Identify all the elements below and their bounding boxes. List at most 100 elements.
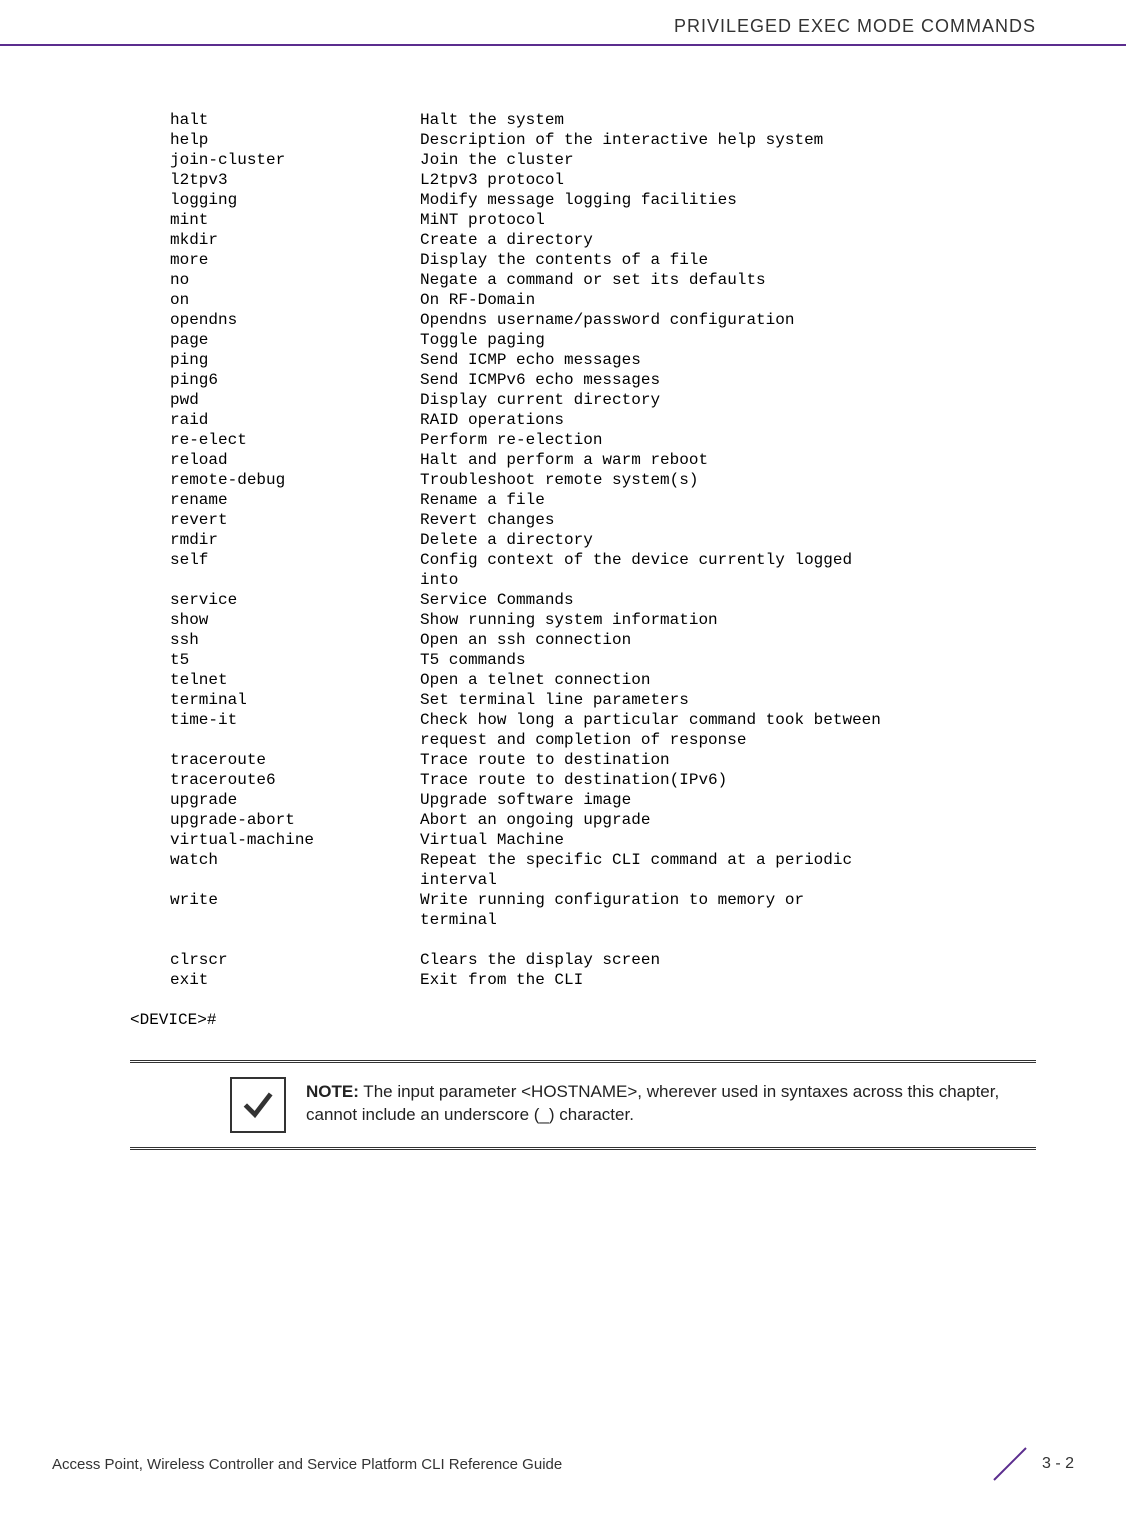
command-name: show [130, 610, 420, 630]
command-name: terminal [130, 690, 420, 710]
command-description: Exit from the CLI [420, 970, 1036, 990]
command-description: Troubleshoot remote system(s) [420, 470, 1036, 490]
command-description: Create a directory [420, 230, 1036, 250]
command-description: Description of the interactive help syst… [420, 130, 1036, 150]
command-row: remote-debugTroubleshoot remote system(s… [130, 470, 1036, 490]
command-description: On RF-Domain [420, 290, 1036, 310]
command-name: l2tpv3 [130, 170, 420, 190]
command-row: terminalSet terminal line parameters [130, 690, 1036, 710]
page-footer: Access Point, Wireless Controller and Se… [52, 1440, 1074, 1488]
command-name: time-it [130, 710, 420, 730]
command-description: Negate a command or set its defaults [420, 270, 1036, 290]
command-description: Service Commands [420, 590, 1036, 610]
command-name: traceroute [130, 750, 420, 770]
command-name: telnet [130, 670, 420, 690]
command-name: on [130, 290, 420, 310]
command-row: upgradeUpgrade software image [130, 790, 1036, 810]
command-name: t5 [130, 650, 420, 670]
command-row: haltHalt the system [130, 110, 1036, 130]
command-description: Send ICMPv6 echo messages [420, 370, 1036, 390]
command-name: rename [130, 490, 420, 510]
command-description: T5 commands [420, 650, 1036, 670]
command-name: join-cluster [130, 150, 420, 170]
checkmark-icon [230, 1077, 286, 1133]
command-description: Show running system information [420, 610, 1036, 630]
command-row: watchRepeat the specific CLI command at … [130, 850, 1036, 870]
command-row: showShow running system information [130, 610, 1036, 630]
command-name: page [130, 330, 420, 350]
command-description: Clears the display screen [420, 950, 1036, 970]
command-name: rmdir [130, 530, 420, 550]
command-row: writeWrite running configuration to memo… [130, 890, 1036, 910]
command-name: self [130, 550, 420, 570]
command-description: Check how long a particular command took… [420, 710, 1036, 730]
command-description: RAID operations [420, 410, 1036, 430]
command-row: pwdDisplay current directory [130, 390, 1036, 410]
command-name: raid [130, 410, 420, 430]
command-row: selfConfig context of the device current… [130, 550, 1036, 570]
command-description: Trace route to destination [420, 750, 1036, 770]
command-name: clrscr [130, 950, 420, 970]
command-row: loggingModify message logging facilities [130, 190, 1036, 210]
command-row: noNegate a command or set its defaults [130, 270, 1036, 290]
slash-icon [986, 1440, 1034, 1488]
command-name: re-elect [130, 430, 420, 450]
command-description: Rename a file [420, 490, 1036, 510]
command-description: Upgrade software image [420, 790, 1036, 810]
footer-left-text: Access Point, Wireless Controller and Se… [52, 1456, 562, 1473]
command-row: onOn RF-Domain [130, 290, 1036, 310]
command-row: mkdirCreate a directory [130, 230, 1036, 250]
command-row: pingSend ICMP echo messages [130, 350, 1036, 370]
note-body: The input parameter <HOSTNAME>, wherever… [306, 1082, 999, 1124]
command-row: telnetOpen a telnet connection [130, 670, 1036, 690]
command-description: Send ICMP echo messages [420, 350, 1036, 370]
page-content: haltHalt the systemhelpDescription of th… [130, 110, 1036, 1150]
command-row: tracerouteTrace route to destination [130, 750, 1036, 770]
command-name: mkdir [130, 230, 420, 250]
command-list: haltHalt the systemhelpDescription of th… [130, 110, 1036, 930]
command-name: mint [130, 210, 420, 230]
command-row: moreDisplay the contents of a file [130, 250, 1036, 270]
command-name: remote-debug [130, 470, 420, 490]
command-row: t5T5 commands [130, 650, 1036, 670]
page-number: 3 - 2 [1042, 1455, 1074, 1473]
command-row: serviceService Commands [130, 590, 1036, 610]
command-row: join-clusterJoin the cluster [130, 150, 1036, 170]
command-description: L2tpv3 protocol [420, 170, 1036, 190]
device-prompt: <DEVICE># [130, 1010, 1036, 1030]
command-name: service [130, 590, 420, 610]
command-name: write [130, 890, 420, 910]
command-description: Repeat the specific CLI command at a per… [420, 850, 1036, 870]
command-description-cont: into [130, 570, 1036, 590]
command-name: exit [130, 970, 420, 990]
note-box: NOTE: The input parameter <HOSTNAME>, wh… [130, 1060, 1036, 1150]
note-text: NOTE: The input parameter <HOSTNAME>, wh… [306, 1077, 1036, 1127]
command-description: Config context of the device currently l… [420, 550, 1036, 570]
command-row: reloadHalt and perform a warm reboot [130, 450, 1036, 470]
command-description-cont: terminal [130, 910, 1036, 930]
command-name: reload [130, 450, 420, 470]
note-label: NOTE: [306, 1082, 359, 1101]
command-description: Trace route to destination(IPv6) [420, 770, 1036, 790]
command-name: help [130, 130, 420, 150]
command-description: Perform re-election [420, 430, 1036, 450]
command-row: revertRevert changes [130, 510, 1036, 530]
command-name: ping [130, 350, 420, 370]
command-list-2: clrscrClears the display screenexitExit … [130, 950, 1036, 990]
command-description: Delete a directory [420, 530, 1036, 550]
command-name: more [130, 250, 420, 270]
command-row: mintMiNT protocol [130, 210, 1036, 230]
command-row: l2tpv3L2tpv3 protocol [130, 170, 1036, 190]
header-rule [0, 44, 1126, 46]
command-row: clrscrClears the display screen [130, 950, 1036, 970]
command-row: renameRename a file [130, 490, 1036, 510]
command-row: raidRAID operations [130, 410, 1036, 430]
command-row: exitExit from the CLI [130, 970, 1036, 990]
command-row: rmdirDelete a directory [130, 530, 1036, 550]
page-number-badge: 3 - 2 [986, 1440, 1074, 1488]
command-name: halt [130, 110, 420, 130]
command-description: Display current directory [420, 390, 1036, 410]
command-row: helpDescription of the interactive help … [130, 130, 1036, 150]
command-description-cont: request and completion of response [130, 730, 1036, 750]
command-row: traceroute6Trace route to destination(IP… [130, 770, 1036, 790]
